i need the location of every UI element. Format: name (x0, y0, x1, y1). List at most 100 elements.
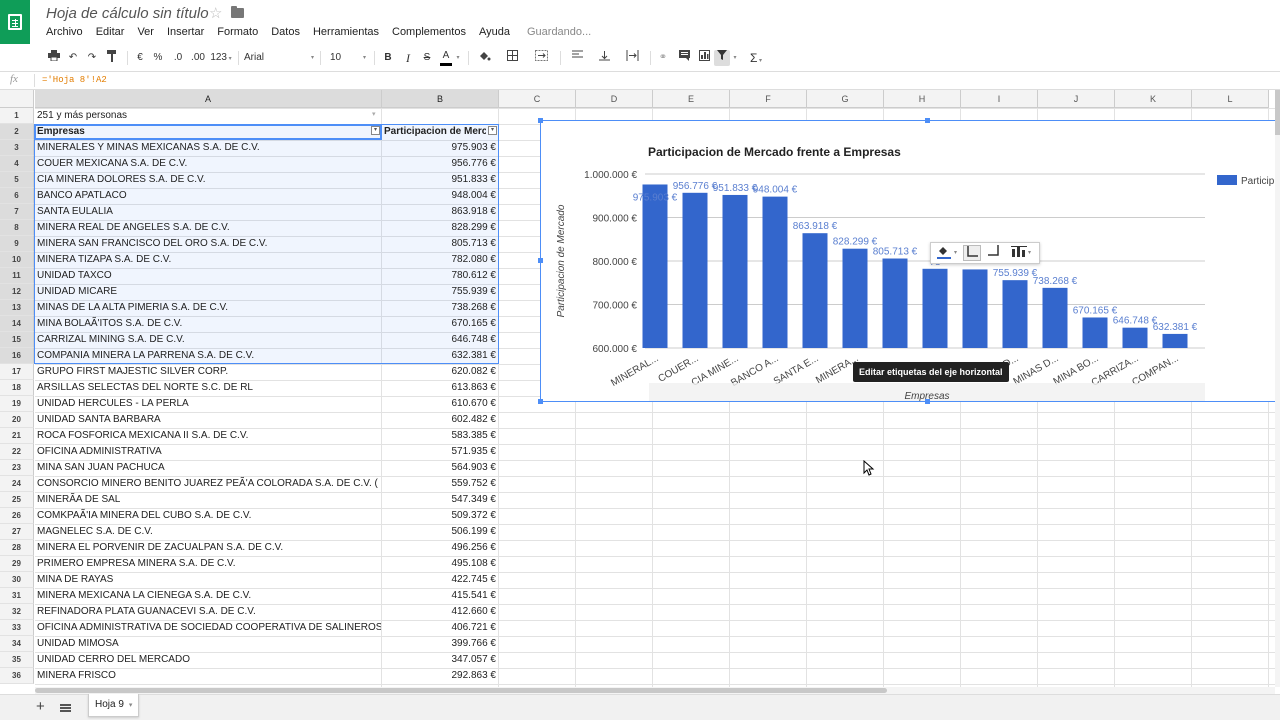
cell-a34[interactable]: UNIDAD MIMOSA (35, 636, 381, 652)
percent-format-button[interactable]: % (152, 50, 164, 66)
cell-a9[interactable]: MINERA SAN FRANCISCO DEL ORO S.A. DE C.V… (35, 236, 381, 252)
insert-link-icon[interactable]: ⚭ (656, 50, 670, 66)
menu-complementos[interactable]: Complementos (392, 26, 466, 38)
row-header[interactable]: 12 (0, 284, 34, 300)
more-formats-button[interactable]: 123 ▾ (209, 50, 233, 66)
menu-formato[interactable]: Formato (217, 26, 258, 38)
menu-archivo[interactable]: Archivo (46, 26, 83, 38)
text-wrapping-icon[interactable] (620, 50, 644, 66)
cell-a14[interactable]: MINA BOLAÃ'ITOS S.A. DE C.V. (35, 316, 381, 332)
cell-a19[interactable]: UNIDAD HERCULES - LA PERLA (35, 396, 381, 412)
cell-b30[interactable]: 422.745 € (382, 572, 499, 588)
chart-type-icon[interactable] (1011, 245, 1028, 261)
row-header[interactable]: 24 (0, 476, 34, 492)
cell-a6[interactable]: BANCO APATLACO (35, 188, 381, 204)
cell-b7[interactable]: 863.918 € (382, 204, 499, 220)
italic-button[interactable]: I (402, 50, 414, 66)
column-header-e[interactable]: E (653, 90, 730, 108)
cell-b6[interactable]: 948.004 € (382, 188, 499, 204)
cell-b8[interactable]: 828.299 € (382, 220, 499, 236)
cell-b25[interactable]: 547.349 € (382, 492, 499, 508)
column-header-l[interactable]: L (1192, 90, 1269, 108)
row-header[interactable]: 34 (0, 636, 34, 652)
font-family-select[interactable]: Arial ▾ (244, 50, 314, 66)
row-header[interactable]: 8 (0, 220, 34, 236)
row-header[interactable]: 17 (0, 364, 34, 380)
cell-b13[interactable]: 738.268 € (382, 300, 499, 316)
chart-resize-handle-bottom-left[interactable] (538, 399, 543, 404)
align-horizontal-icon[interactable] (566, 50, 588, 66)
cell-b32[interactable]: 412.660 € (382, 604, 499, 620)
row-header[interactable]: 33 (0, 620, 34, 636)
column-header-k[interactable]: K (1115, 90, 1192, 108)
menu-editar[interactable]: Editar (96, 26, 125, 38)
row-header[interactable]: 4 (0, 156, 34, 172)
print-icon[interactable] (47, 50, 61, 66)
cell-a26[interactable]: COMKPAÃ'IA MINERA DEL CUBO S.A. DE C.V. (35, 508, 381, 524)
cell-a1[interactable]: 251 y más personas (35, 108, 381, 124)
row-header[interactable]: 32 (0, 604, 34, 620)
row-header[interactable]: 19 (0, 396, 34, 412)
cell-a25[interactable]: MINERÃA DE SAL (35, 492, 381, 508)
fill-color-icon[interactable] (474, 50, 494, 66)
redo-icon[interactable]: ↷ (85, 50, 99, 66)
row-header[interactable]: 22 (0, 444, 34, 460)
chart-type-caret-icon[interactable]: ▾ (1028, 245, 1031, 261)
document-title[interactable]: Hoja de cálculo sin título (46, 5, 209, 22)
row-header[interactable]: 14 (0, 316, 34, 332)
cell-b15[interactable]: 646.748 € (382, 332, 499, 348)
cell-a11[interactable]: UNIDAD TAXCO (35, 268, 381, 284)
cell-b21[interactable]: 583.385 € (382, 428, 499, 444)
increase-decimals-button[interactable]: .00 (189, 50, 207, 66)
chart-resize-handle-top-left[interactable] (538, 118, 543, 123)
cell-a17[interactable]: GRUPO FIRST MAJESTIC SILVER CORP. (35, 364, 381, 380)
cell-b19[interactable]: 610.670 € (382, 396, 499, 412)
row-header[interactable]: 29 (0, 556, 34, 572)
cell-b23[interactable]: 564.903 € (382, 460, 499, 476)
cell-b28[interactable]: 496.256 € (382, 540, 499, 556)
row-header[interactable]: 1 (0, 108, 34, 124)
column-header-j[interactable]: J (1038, 90, 1115, 108)
column-header-f[interactable]: F (730, 90, 807, 108)
row-header[interactable]: 36 (0, 668, 34, 684)
cell-b2[interactable]: Participacion de Merc (382, 124, 486, 140)
cell-a2[interactable]: Empresas (35, 124, 369, 140)
cell-a5[interactable]: CIA MINERA DOLORES S.A. DE C.V. (35, 172, 381, 188)
cell-a35[interactable]: UNIDAD CERRO DEL MERCADO (35, 652, 381, 668)
horizontal-scrollbar[interactable] (35, 687, 1275, 694)
filter-icon[interactable] (714, 50, 730, 66)
row-header[interactable]: 27 (0, 524, 34, 540)
cell-b36[interactable]: 292.863 € (382, 668, 499, 684)
cell-b27[interactable]: 506.199 € (382, 524, 499, 540)
row-header[interactable]: 20 (0, 412, 34, 428)
cell-a18[interactable]: ARSILLAS SELECTAS DEL NORTE S.C. DE RL (35, 380, 381, 396)
menu-herramientas[interactable]: Herramientas (313, 26, 379, 38)
star-icon[interactable]: ☆ (209, 4, 222, 22)
bar-chart-svg[interactable]: Participacion de Mercado frente a Empres… (541, 121, 1280, 402)
cell-b5[interactable]: 951.833 € (382, 172, 499, 188)
column-header-b[interactable]: B (382, 90, 499, 108)
cell-a13[interactable]: MINAS DE LA ALTA PIMERIA S.A. DE C.V. (35, 300, 381, 316)
select-all-corner[interactable] (0, 90, 34, 108)
functions-button[interactable]: Σ ▾ (745, 50, 767, 66)
vertical-scrollbar-thumb[interactable] (1275, 90, 1280, 135)
cell-a28[interactable]: MINERA EL PORVENIR DE ZACUALPAN S.A. DE … (35, 540, 381, 556)
cell-b12[interactable]: 755.939 € (382, 284, 499, 300)
cell-b20[interactable]: 602.482 € (382, 412, 499, 428)
cell-b18[interactable]: 613.863 € (382, 380, 499, 396)
undo-icon[interactable]: ↶ (66, 50, 80, 66)
cell-a16[interactable]: COMPANIA MINERA LA PARRENA S.A. DE C.V. (35, 348, 381, 364)
chart[interactable]: Participacion de Mercado frente a Empres… (540, 120, 1280, 402)
menu-insertar[interactable]: Insertar (167, 26, 204, 38)
menu-datos[interactable]: Datos (271, 26, 300, 38)
cell-a29[interactable]: PRIMERO EMPRESA MINERA S.A. DE C.V. (35, 556, 381, 572)
row-header[interactable]: 10 (0, 252, 34, 268)
cell-a24[interactable]: CONSORCIO MINERO BENITO JUAREZ PEÃ'A COL… (35, 476, 381, 492)
align-vertical-icon[interactable] (593, 50, 615, 66)
row-header[interactable]: 15 (0, 332, 34, 348)
vertical-scrollbar[interactable] (1275, 90, 1280, 687)
row-header[interactable]: 26 (0, 508, 34, 524)
row-header[interactable]: 35 (0, 652, 34, 668)
row-header[interactable]: 13 (0, 300, 34, 316)
cell-a3[interactable]: MINERALES Y MINAS MEXICANAS S.A. DE C.V. (35, 140, 381, 156)
